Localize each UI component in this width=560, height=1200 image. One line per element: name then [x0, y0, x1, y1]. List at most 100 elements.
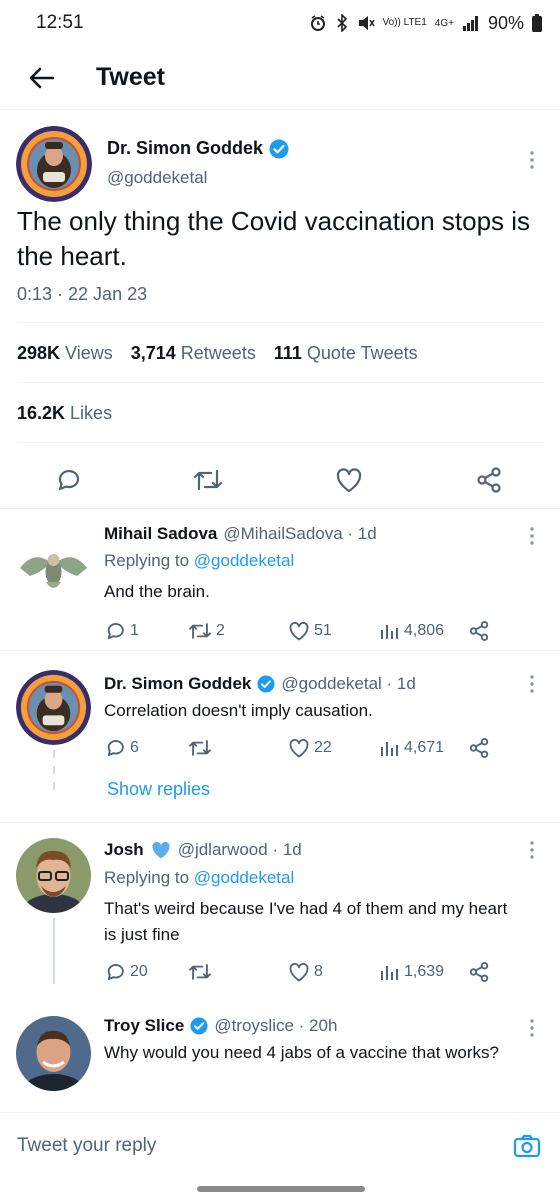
verified-badge-icon [257, 675, 275, 693]
replying-to: Replying to @goddeketal [104, 551, 294, 571]
reply-button[interactable]: 20 [104, 959, 148, 985]
reply-button[interactable]: 1 [104, 618, 139, 644]
reply-text: Why would you need 4 jabs of a vaccine t… [104, 1043, 499, 1062]
like-button[interactable]: 8 [288, 959, 323, 985]
share-button[interactable] [468, 618, 490, 644]
retweet-button[interactable] [188, 735, 216, 761]
more-vertical-icon [530, 1019, 534, 1037]
view-count: 4,671 [404, 739, 445, 756]
reply-header: Josh @jdlarwood · 1d [104, 840, 302, 860]
replying-prefix: Replying to [104, 551, 190, 570]
avatar[interactable] [16, 1016, 91, 1091]
reply-author-name[interactable]: Josh [104, 840, 144, 860]
share-button[interactable] [468, 735, 490, 761]
views-label: Views [65, 343, 113, 363]
views-stat: 298K Views [17, 343, 113, 364]
reply-button[interactable] [50, 462, 86, 498]
thread-line [53, 750, 55, 758]
reply-icon [58, 469, 80, 491]
bluetooth-icon [335, 14, 349, 32]
reply-count: 1 [130, 622, 139, 639]
main-tweet-author[interactable]: Dr. Simon Goddek @goddeketal [0, 110, 560, 202]
reply-header: Mihail Sadova @MihailSadova · 1d [104, 524, 377, 544]
retweet-icon [189, 740, 211, 756]
avatar[interactable] [16, 532, 91, 607]
replying-to-link[interactable]: @goddeketal [194, 868, 294, 887]
retweet-button[interactable] [190, 462, 226, 498]
more-button[interactable] [520, 148, 544, 172]
tweet-timestamp[interactable]: 0:13 · 22 Jan 23 [17, 284, 147, 305]
reply-author-name[interactable]: Dr. Simon Goddek [104, 674, 251, 694]
views-button[interactable]: 4,806 [380, 618, 444, 644]
signal-icon [462, 15, 480, 31]
reply-handle-time[interactable]: @jdlarwood · 1d [178, 840, 302, 860]
quotes-label: Quote Tweets [306, 343, 418, 363]
replying-to: Replying to @goddeketal [104, 868, 294, 888]
camera-button[interactable] [512, 1131, 542, 1161]
quotes-count: 111 [273, 343, 302, 363]
view-count: 4,806 [404, 622, 445, 639]
reply-input[interactable]: Tweet your reply [17, 1135, 156, 1157]
views-icon [381, 966, 398, 980]
reply-tweet[interactable]: Troy Slice @troyslice · 20h Why would yo… [0, 1000, 560, 1112]
author-handle[interactable]: @goddeketal [107, 168, 207, 188]
reply-tweet[interactable]: Mihail Sadova @MihailSadova · 1d Replyin… [0, 510, 560, 650]
like-button[interactable]: 51 [288, 618, 332, 644]
share-icon [469, 738, 489, 758]
avatar[interactable] [16, 838, 91, 913]
reply-author-name[interactable]: Mihail Sadova [104, 524, 217, 544]
share-button[interactable] [471, 462, 507, 498]
replying-prefix: Replying to [104, 868, 190, 887]
reply-handle-time[interactable]: @MihailSadova · 1d [223, 524, 376, 544]
thread-line [53, 782, 55, 790]
reply-handle-time[interactable]: @goddeketal · 1d [281, 674, 415, 694]
reply-button[interactable]: 6 [104, 735, 139, 761]
avatar[interactable] [16, 670, 91, 745]
reply-header: Troy Slice @troyslice · 20h [104, 1016, 337, 1036]
retweet-button[interactable]: 2 [188, 618, 225, 644]
author-name[interactable]: Dr. Simon Goddek [107, 138, 263, 159]
battery-percent: 90% [487, 12, 524, 33]
more-button[interactable] [520, 524, 544, 548]
retweets-label: Retweets [180, 343, 256, 363]
views-button[interactable]: 4,671 [380, 735, 444, 761]
quotes-stat[interactable]: 111 Quote Tweets [274, 343, 418, 364]
reply-actions: 6 22 4,671 [104, 735, 496, 761]
reply-icon [107, 623, 124, 640]
app-header: Tweet [0, 46, 560, 110]
reply-handle-time[interactable]: @troyslice · 20h [214, 1016, 337, 1036]
likes-count: 16.2K [17, 403, 66, 423]
view-count: 1,639 [404, 963, 445, 980]
replying-to-link[interactable]: @goddeketal [194, 551, 294, 570]
like-button[interactable] [331, 462, 367, 498]
reply-author-name[interactable]: Troy Slice [104, 1016, 184, 1036]
more-vertical-icon [530, 841, 534, 859]
more-button[interactable] [520, 838, 544, 862]
share-button[interactable] [468, 959, 490, 985]
more-button[interactable] [520, 672, 544, 696]
reply-tweet[interactable]: Josh @jdlarwood · 1d Replying to @goddek… [0, 824, 560, 994]
retweet-button[interactable] [188, 959, 216, 985]
retweet-count: 2 [216, 622, 225, 639]
status-time: 12:51 [36, 12, 84, 33]
retweet-icon [189, 964, 211, 980]
heart-icon [289, 963, 309, 982]
back-button[interactable] [12, 54, 72, 102]
main-tweet: Dr. Simon Goddek @goddeketal The only th… [0, 110, 560, 509]
avatar[interactable] [16, 126, 92, 202]
likes-stat[interactable]: 16.2K Likes [17, 403, 112, 424]
more-button[interactable] [520, 1016, 544, 1040]
show-replies-link[interactable]: Show replies [107, 779, 210, 800]
camera-icon [513, 1134, 541, 1158]
divider [17, 322, 544, 323]
share-icon [477, 467, 501, 493]
page-title: Tweet [96, 63, 165, 91]
home-indicator[interactable] [197, 1186, 365, 1192]
heart-icon [289, 739, 309, 758]
status-bar: 12:51 Vo)) LTE1 4G+ 90% [0, 0, 560, 46]
views-icon [381, 625, 398, 639]
views-button[interactable]: 1,639 [380, 959, 444, 985]
reply-tweet[interactable]: Dr. Simon Goddek @goddeketal · 1d Correl… [0, 652, 560, 820]
like-button[interactable]: 22 [288, 735, 332, 761]
retweets-stat[interactable]: 3,714 Retweets [131, 343, 256, 364]
